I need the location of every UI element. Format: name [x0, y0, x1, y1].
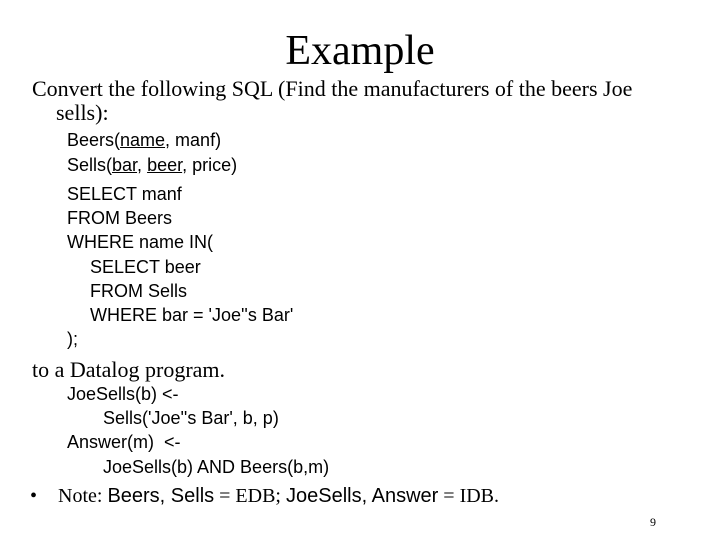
- intro-line-1: Convert the following SQL (Find the manu…: [32, 76, 633, 101]
- datalog-line: JoeSells(b) <-: [67, 384, 179, 404]
- datalog-line: JoeSells(b) AND Beers(b,m): [103, 457, 330, 477]
- schema-sells-prefix: Sells(: [67, 155, 113, 175]
- schema-sells-key-bar: bar: [112, 155, 138, 175]
- schema-beers-key: name: [120, 130, 166, 150]
- sql-line: SELECT beer: [90, 257, 201, 277]
- datalog-line: Sells('Joe''s Bar', b, p): [103, 408, 279, 428]
- sql-line: );: [67, 329, 78, 349]
- schema-beers-rest: , manf): [165, 130, 222, 150]
- sql-line: WHERE bar = 'Joe''s Bar': [90, 305, 294, 325]
- sql-line: WHERE name IN(: [67, 232, 214, 252]
- intro-line-2: sells):: [56, 100, 109, 125]
- schema-beers-prefix: Beers(: [67, 130, 121, 150]
- note-idb-text: = IDB.: [438, 485, 500, 507]
- note-label: Note:: [58, 485, 108, 507]
- bullet-icon: •: [30, 485, 38, 507]
- datalog-line: Answer(m) <-: [67, 432, 181, 452]
- note-line: • Note: Beers, Sells = EDB; JoeSells, Ans…: [30, 486, 499, 506]
- schema-beers: Beers(name, manf): [67, 131, 221, 149]
- page-number: 9: [650, 515, 656, 529]
- note-edb-text: = EDB;: [214, 485, 286, 507]
- note-idb-relations: JoeSells, Answer: [286, 485, 439, 507]
- sql-line: SELECT manf: [67, 184, 182, 204]
- schema-sells-sep: ,: [137, 155, 148, 175]
- schema-sells-key-beer: beer: [147, 155, 183, 175]
- sql-line: FROM Beers: [67, 208, 173, 228]
- sql-line: FROM Sells: [90, 281, 188, 301]
- schema-sells-rest: , price): [182, 155, 238, 175]
- slide-title: Example: [285, 28, 435, 74]
- transition-text: to a Datalog program.: [32, 357, 226, 382]
- note-edb-relations: Beers, Sells: [107, 485, 215, 507]
- schema-sells: Sells(bar, beer, price): [67, 156, 237, 174]
